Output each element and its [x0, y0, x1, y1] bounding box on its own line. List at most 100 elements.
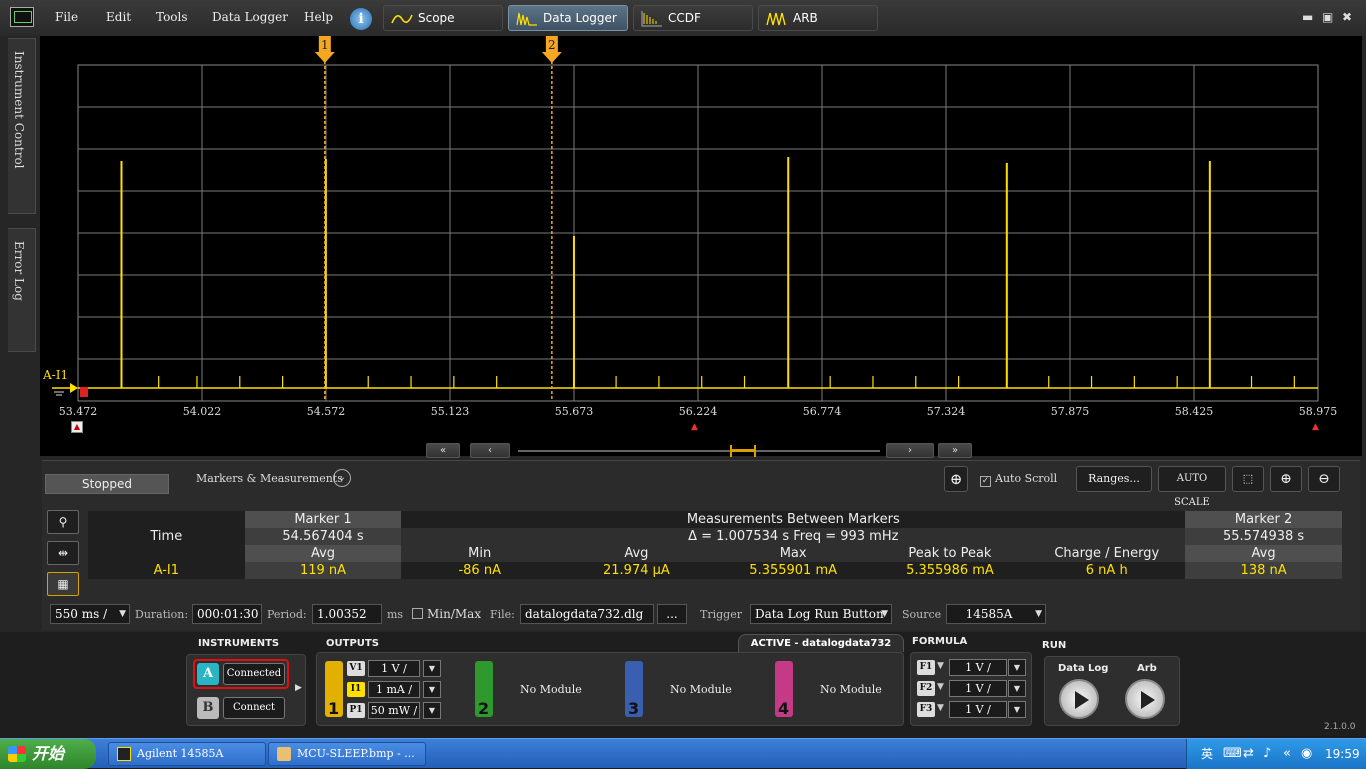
chevron-down-icon[interactable]: ▼ [937, 682, 944, 692]
zoom-box-icon[interactable]: ⬚ [1232, 466, 1264, 492]
instrument-a-connected-button[interactable]: Connected [223, 663, 285, 685]
add-marker-button[interactable]: ⊕ [944, 466, 968, 492]
arb-play-button[interactable] [1125, 679, 1165, 719]
maximize-button[interactable]: ▣ [1322, 10, 1333, 24]
scroll-last-button[interactable]: » [938, 443, 972, 458]
source-value: 14585A [965, 607, 1013, 621]
tab-data-logger[interactable]: Data Logger [508, 5, 628, 31]
info-icon[interactable]: i [350, 8, 372, 30]
zoom-out-icon[interactable]: ⊖ [1308, 466, 1340, 492]
time-label: Time [88, 528, 245, 545]
plot-canvas[interactable]: 12 [40, 36, 1362, 436]
chevron-down-icon[interactable]: ▼ [1008, 659, 1026, 676]
chevron-down-icon[interactable]: ▼ [937, 661, 944, 671]
marker-1-label: 1 [321, 38, 329, 52]
f3-scale-select[interactable]: 1 V / [949, 701, 1007, 718]
chevron-down-icon[interactable]: ▼ [423, 660, 441, 677]
instruments-title: INSTRUMENTS [198, 638, 280, 649]
data-logger-plot[interactable]: 12 A-I1 53.472 54.022 54.572 55.123 55.673 56… [40, 36, 1362, 456]
side-tab-instrument-control-label: Instrument Control [12, 51, 26, 169]
formula-box: F1 ▼ 1 V / ▼ F2 ▼ 1 V / ▼ F3 ▼ 1 V / ▼ [910, 652, 1032, 726]
close-button[interactable]: ✖ [1342, 10, 1352, 24]
side-tab-instrument-control[interactable]: Instrument Control [8, 38, 36, 214]
marker-indicator-icon: ▲ [1312, 422, 1319, 432]
p2p-value: 5.355986 mA [871, 562, 1029, 579]
p2p-header: Peak to Peak [871, 545, 1029, 562]
app-icon[interactable] [10, 7, 34, 27]
trigger-value: Data Log Run Button [755, 607, 884, 621]
file-label: File: [490, 608, 515, 621]
trigger-select[interactable]: Data Log Run Button ▼ [750, 604, 892, 624]
active-tab[interactable]: ACTIVE - datalogdata732 [738, 634, 904, 652]
tab-arb-label: ARB [793, 11, 818, 25]
scope-wave-icon [391, 14, 413, 24]
x-tick-label: 57.875 [1050, 405, 1090, 418]
scroll-first-button[interactable]: « [426, 443, 460, 458]
chevron-down-icon[interactable]: ▼ [937, 703, 944, 713]
menu-tools[interactable]: Tools [156, 10, 188, 24]
v1-scale-select[interactable]: 1 V / [368, 660, 420, 677]
minmax-checkbox[interactable]: Min/Max [412, 607, 481, 621]
minimize-button[interactable]: ▬ [1302, 10, 1313, 24]
i1-scale-select[interactable]: 1 mA / [368, 681, 420, 698]
instruments-box: A Connected B Connect ▶ [186, 654, 306, 726]
network-icon[interactable]: ⇄ [1243, 739, 1254, 769]
chevron-down-icon[interactable]: ▼ [1008, 680, 1026, 697]
menu-data-logger[interactable]: Data Logger [212, 10, 288, 24]
timescale-select[interactable]: 550 ms / ▼ [50, 604, 130, 624]
zoom-in-icon[interactable]: ⊕ [1270, 466, 1302, 492]
marker2-header: Marker 2 [1185, 511, 1342, 528]
keyboard-icon[interactable]: ⌨ [1223, 739, 1242, 769]
auto-scale-button[interactable]: AUTO SCALE [1158, 466, 1226, 508]
formula-title: FORMULA [912, 636, 968, 647]
instrument-a-badge[interactable]: A [197, 663, 219, 685]
ccdf-icon [641, 11, 662, 27]
x-tick-label: 55.673 [554, 405, 594, 418]
menu-file[interactable]: File [55, 10, 78, 24]
data-log-play-button[interactable] [1059, 679, 1099, 719]
tab-scope[interactable]: Scope [383, 5, 503, 31]
scroll-track[interactable] [518, 450, 880, 452]
duration-field[interactable]: 000:01:30 [192, 604, 262, 624]
f2-scale-select[interactable]: 1 V / [949, 680, 1007, 697]
taskbar-item-agilent[interactable]: Agilent 14585A [108, 742, 266, 766]
file-field[interactable]: datalogdata732.dlg [520, 604, 654, 624]
browse-file-button[interactable]: ... [657, 604, 687, 624]
f1-scale-select[interactable]: 1 V / [949, 659, 1007, 676]
chevron-down-icon[interactable]: ▼ [423, 702, 441, 719]
windows-logo-icon [8, 746, 26, 762]
source-select[interactable]: 14585A ▼ [946, 604, 1046, 624]
auto-scroll-checkbox[interactable]: ✓ Auto Scroll [980, 472, 1057, 487]
side-tab-error-log[interactable]: Error Log [8, 228, 36, 352]
tab-arb[interactable]: ARB [758, 5, 878, 31]
p1-scale-select[interactable]: 50 mW / [368, 702, 420, 719]
volume-icon[interactable]: ♪ [1263, 739, 1271, 769]
expand-arrow-icon[interactable]: ▶ [295, 683, 302, 693]
marker-add-icon[interactable]: ▲ [71, 421, 83, 433]
scroll-thumb[interactable] [730, 445, 756, 457]
tab-ccdf-label: CCDF [668, 11, 701, 25]
taskbar-item-paint[interactable]: MCU-SLEEP.bmp - ... [268, 742, 426, 766]
avg-value: 21.974 µA [558, 562, 715, 579]
menu-help[interactable]: Help [304, 10, 333, 24]
chevron-down-icon[interactable]: ⌄ [333, 469, 351, 487]
delta-value: Δ = 1.007534 s Freq = 993 mHz [401, 528, 1186, 545]
menu-edit[interactable]: Edit [106, 10, 131, 24]
tab-ccdf[interactable]: CCDF [633, 5, 753, 31]
chevron-down-icon[interactable]: ▼ [423, 681, 441, 698]
grid-icon[interactable]: ▦ [47, 572, 79, 596]
ime-indicator[interactable]: 英 [1201, 739, 1213, 769]
scroll-prev-button[interactable]: ‹ [470, 443, 510, 458]
chevron-down-icon[interactable]: ▼ [1008, 701, 1026, 718]
period-field[interactable]: 1.00352 [312, 604, 382, 624]
tray-expand-icon[interactable]: « [1283, 739, 1291, 769]
ranges-button[interactable]: Ranges... [1076, 466, 1152, 492]
wrench-icon[interactable]: ⚲ [47, 510, 79, 534]
fit-width-icon[interactable]: ⇹ [47, 541, 79, 565]
tray-app-icon[interactable]: ◉ [1301, 739, 1312, 769]
start-button[interactable]: 开始 [0, 739, 96, 769]
instrument-b-badge[interactable]: B [197, 697, 219, 719]
scroll-next-button[interactable]: › [886, 443, 934, 458]
instrument-b-connect-button[interactable]: Connect [223, 697, 285, 719]
x-tick-label: 56.774 [802, 405, 842, 418]
